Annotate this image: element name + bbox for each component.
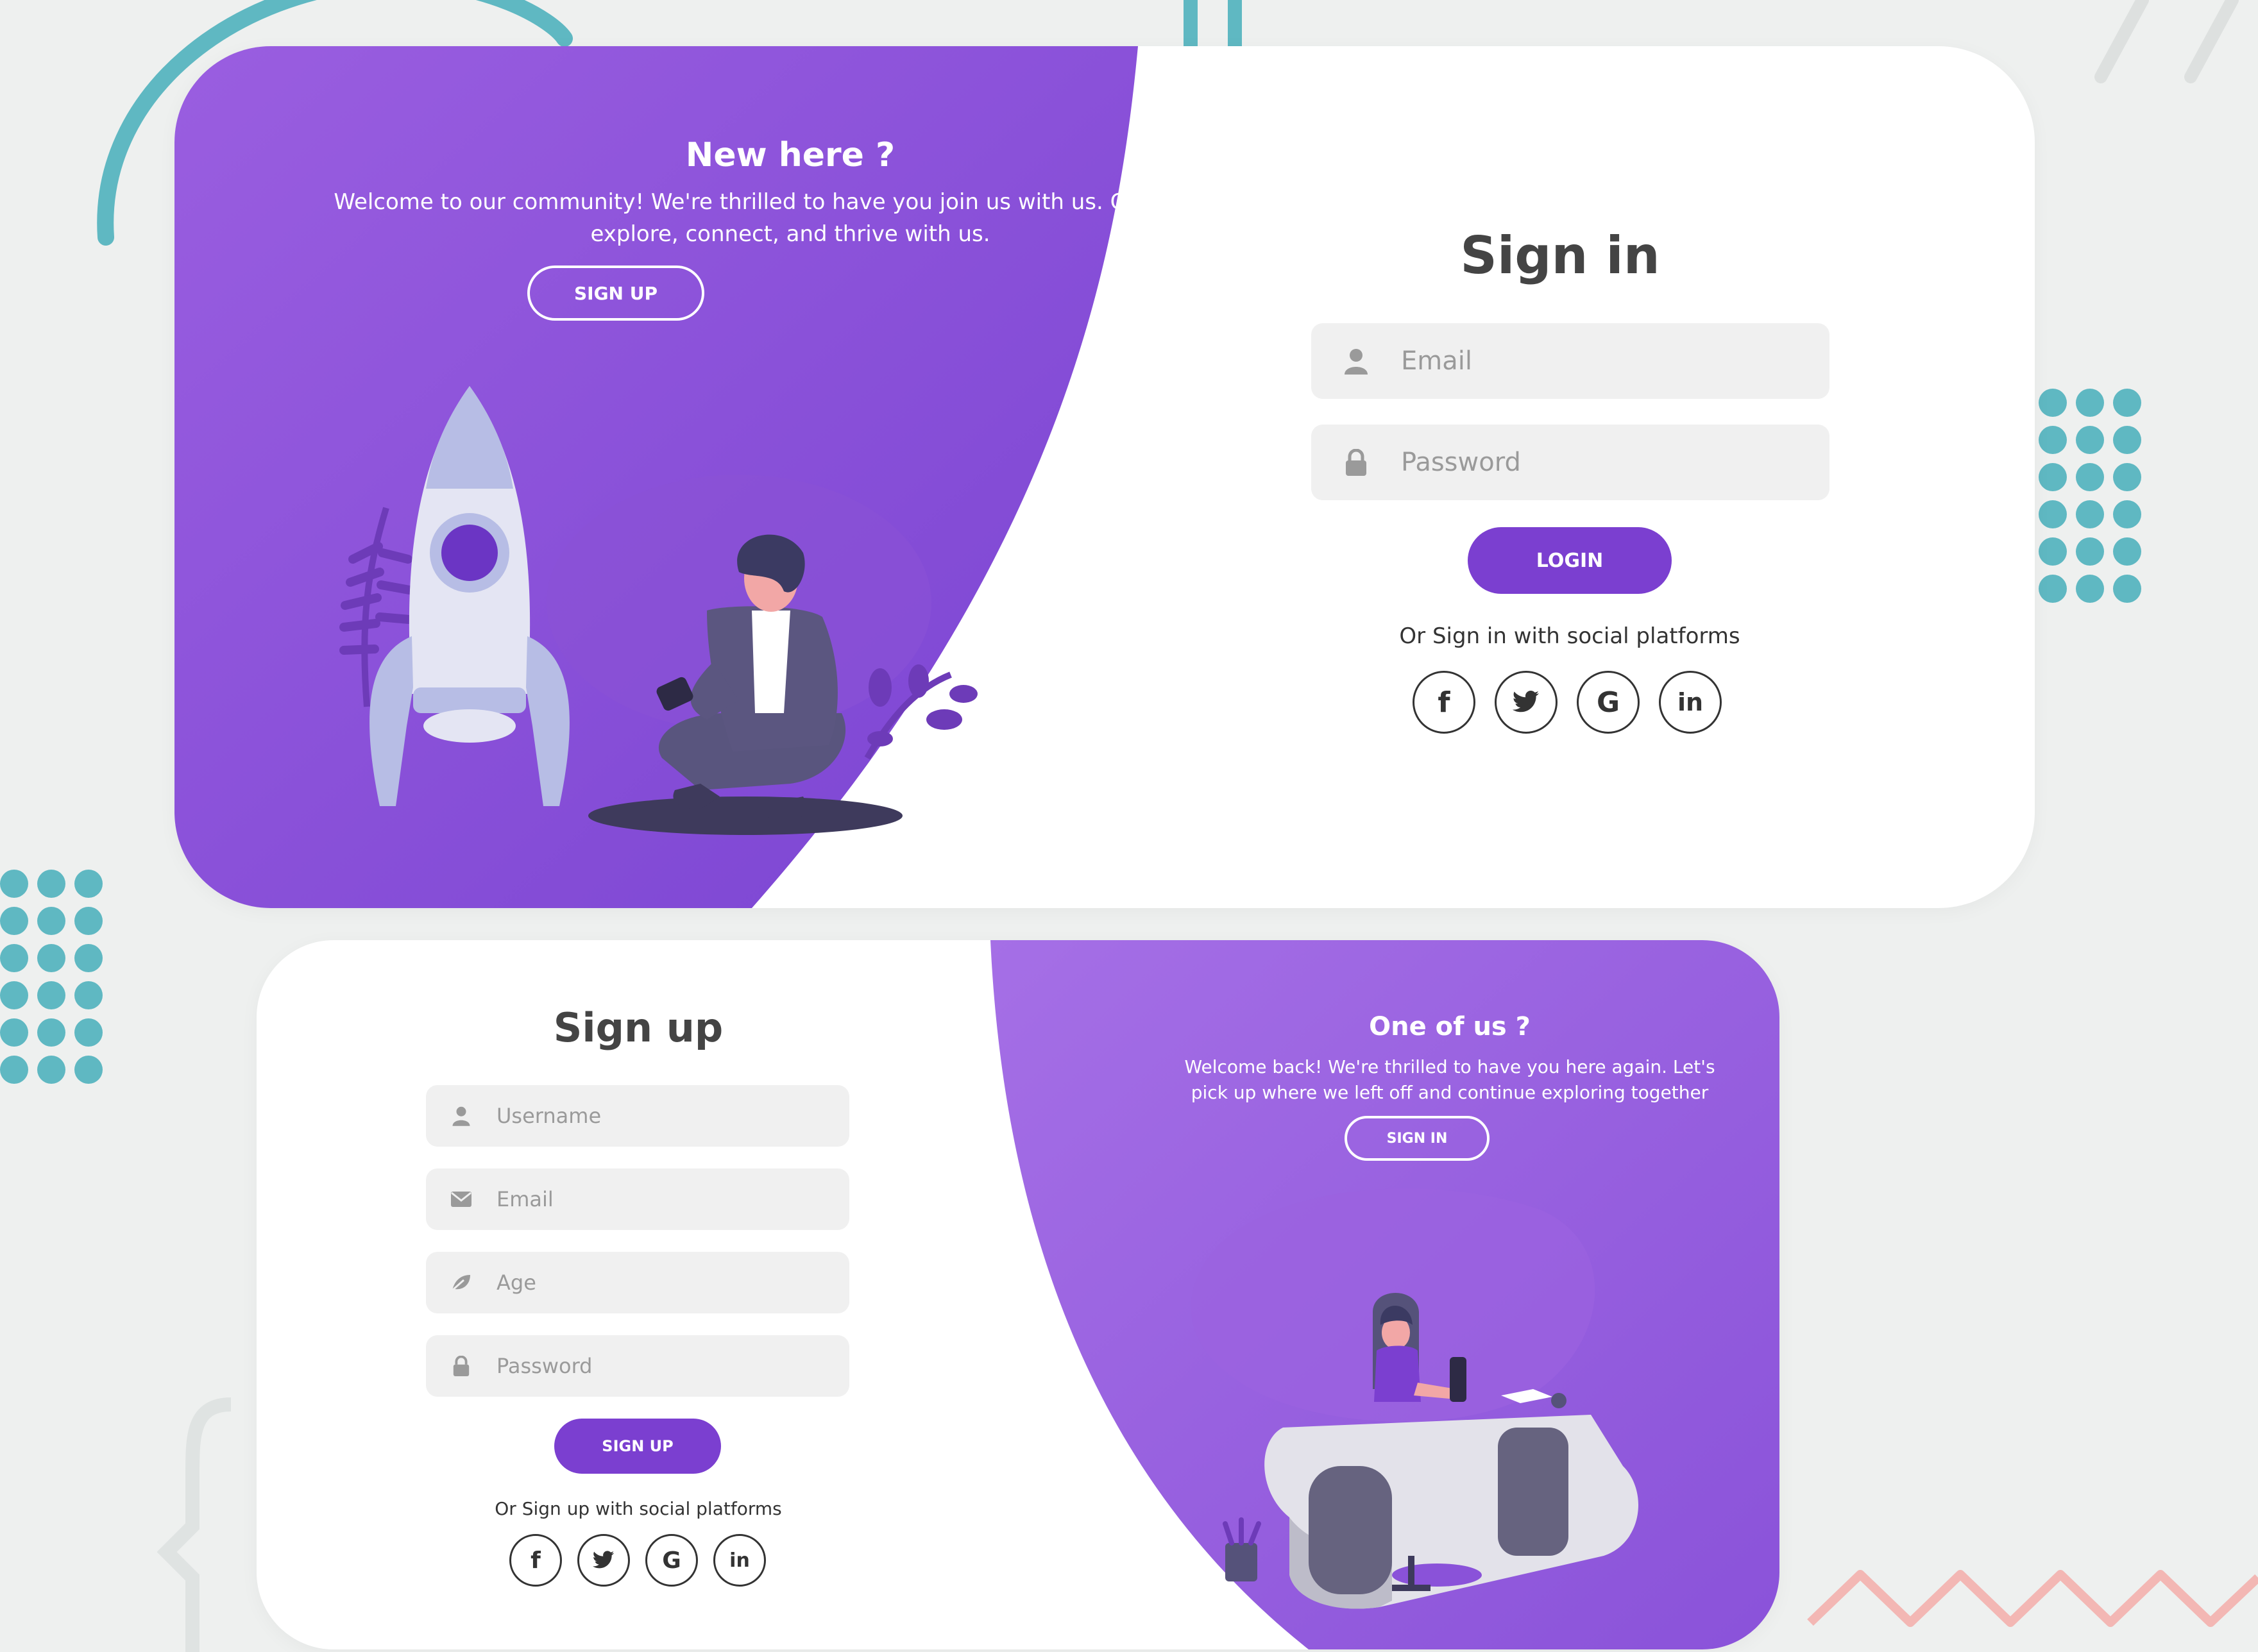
signup-username-input[interactable] (497, 1085, 849, 1147)
linkedin-icon[interactable]: in (1659, 671, 1722, 734)
facebook-icon[interactable]: f (1413, 671, 1475, 734)
linkedin-glyph: in (1677, 688, 1704, 716)
signup-social-text: Or Sign up with social platforms (495, 1498, 782, 1519)
signin-card: New here ? Welcome to our community! We'… (174, 46, 2035, 908)
signin-password-input[interactable] (1401, 425, 1829, 500)
signup-age-input[interactable] (497, 1252, 849, 1313)
facebook-glyph: f (1438, 686, 1450, 719)
user-icon (426, 1085, 497, 1147)
login-button[interactable]: LOGIN (1468, 527, 1672, 594)
twitter-icon[interactable] (1495, 671, 1558, 734)
signup-age-field (426, 1252, 849, 1313)
signup-submit-button[interactable]: SIGN UP (554, 1419, 721, 1474)
lock-icon (1311, 425, 1401, 500)
google-glyph: G (662, 1547, 681, 1574)
signin-social-row: f G in (1413, 671, 1722, 734)
signin-toggle-button[interactable]: SIGN IN (1345, 1116, 1490, 1161)
signin-password-field (1311, 425, 1829, 500)
lock-icon (426, 1335, 497, 1397)
linkedin-icon[interactable]: in (713, 1534, 766, 1587)
user-icon (1311, 323, 1401, 399)
facebook-glyph: f (531, 1547, 541, 1574)
signup-social-row: f G in (509, 1534, 766, 1587)
signup-username-field (426, 1085, 849, 1147)
signin-email-input[interactable] (1401, 323, 1829, 399)
signup-panel-description: Welcome back! We're thrilled to have you… (1184, 1056, 1715, 1103)
signup-password-input[interactable] (497, 1335, 849, 1397)
signup-card: Sign up SIGN UP Or Sign up with social p… (257, 940, 1779, 1649)
leaf-icon (426, 1252, 497, 1313)
signup-panel-title: One of us ? (1369, 1012, 1531, 1041)
twitter-icon[interactable] (577, 1534, 630, 1587)
decoration-dots-left (0, 870, 103, 1084)
signup-toggle-button[interactable]: SIGN UP (527, 266, 704, 321)
signin-email-field (1311, 323, 1829, 399)
envelope-icon (426, 1168, 497, 1230)
google-glyph: G (1596, 686, 1620, 719)
facebook-icon[interactable]: f (509, 1534, 562, 1587)
signin-form-title: Sign in (1460, 226, 1660, 285)
signin-social-text: Or Sign in with social platforms (1399, 623, 1740, 649)
signup-email-input[interactable] (497, 1168, 849, 1230)
signup-email-field (426, 1168, 849, 1230)
decoration-dots-right (2039, 389, 2141, 603)
signup-password-field (426, 1335, 849, 1397)
google-icon[interactable]: G (1577, 671, 1640, 734)
signup-form-title: Sign up (553, 1004, 724, 1051)
signin-panel-title: New here ? (685, 136, 896, 174)
google-icon[interactable]: G (645, 1534, 698, 1587)
linkedin-glyph: in (729, 1549, 750, 1572)
signin-panel-description: Welcome to our community! We're thrilled… (334, 189, 1247, 247)
